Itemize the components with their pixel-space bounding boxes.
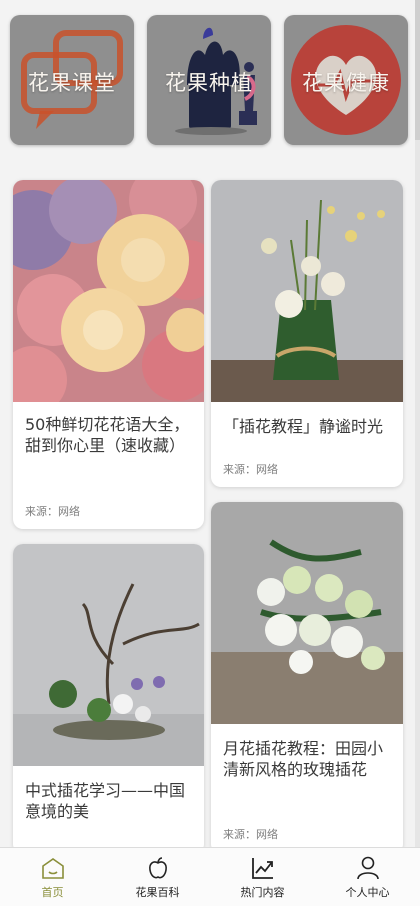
category-tile-classroom[interactable]: 花果课堂 xyxy=(10,15,134,145)
white-roses-vase-photo xyxy=(211,180,403,402)
category-label: 花果课堂 xyxy=(28,71,116,95)
chinese-ikebana-photo xyxy=(13,544,204,766)
tab-encyclopedia[interactable]: 花果百科 xyxy=(105,848,210,906)
category-tile-planting[interactable]: 花果种植 xyxy=(147,15,271,145)
article-card-4[interactable]: 月花插花教程：田园小清新风格的玫瑰插花 来源：网络 xyxy=(211,502,403,854)
tab-label: 热门内容 xyxy=(240,886,285,899)
card-title: 「插花教程」静谧时光 xyxy=(223,417,384,436)
article-card-1[interactable]: 50种鲜切花花语大全，甜到你心里（速收藏） 来源：网络 xyxy=(13,180,204,529)
white-green-roses-photo xyxy=(211,502,403,724)
article-card-3[interactable]: 中式插花学习——中国意境的美 xyxy=(13,544,204,854)
category-row: 花果课堂 花果种植 花果健康 xyxy=(10,15,408,147)
bottom-tab-bar: 首页 花果百科 热门内容 个人中心 xyxy=(0,847,420,906)
card-source: 来源：网络 xyxy=(223,463,278,476)
card-title: 月花插花教程：田园小清新风格的玫瑰插花 xyxy=(223,739,384,779)
scrollbar-thumb[interactable] xyxy=(415,0,420,140)
article-card-2[interactable]: 「插花教程」静谧时光 来源：网络 xyxy=(211,180,403,487)
category-tile-health[interactable]: 花果健康 xyxy=(284,15,408,145)
user-icon xyxy=(357,856,379,880)
card-title: 中式插花学习——中国意境的美 xyxy=(25,781,186,821)
tab-profile[interactable]: 个人中心 xyxy=(315,848,420,906)
apple-icon xyxy=(149,857,167,879)
tab-label: 花果百科 xyxy=(135,886,180,899)
card-source: 来源：网络 xyxy=(25,505,80,518)
tab-home[interactable]: 首页 xyxy=(0,848,105,906)
card-title: 50种鲜切花花语大全，甜到你心里（速收藏） xyxy=(25,415,190,455)
card-source: 来源：网络 xyxy=(223,828,278,841)
home-icon xyxy=(42,858,64,879)
trending-chart-icon xyxy=(252,858,273,879)
roses-bouquet-photo xyxy=(13,180,204,402)
tab-label: 个人中心 xyxy=(345,886,390,899)
category-label: 花果健康 xyxy=(302,71,390,95)
category-label: 花果种植 xyxy=(165,71,253,95)
tab-trending[interactable]: 热门内容 xyxy=(210,848,315,906)
tab-label: 首页 xyxy=(41,886,64,899)
